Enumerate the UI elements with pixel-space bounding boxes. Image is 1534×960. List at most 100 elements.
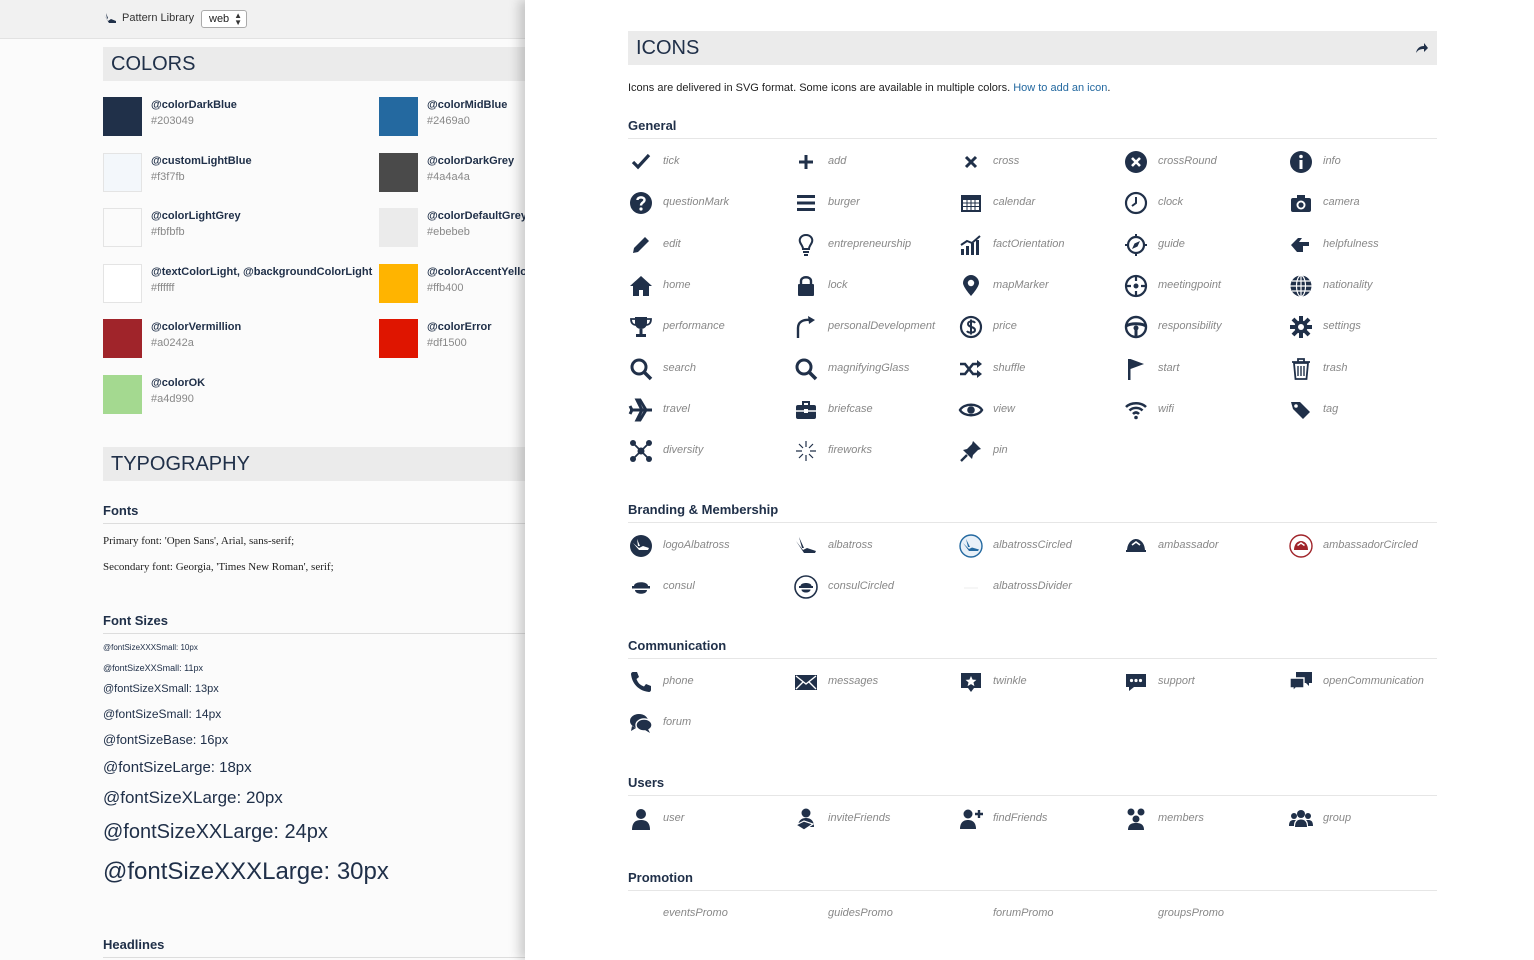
color-swatch: [379, 152, 418, 192]
icon-label: helpfulness: [1323, 237, 1379, 250]
icon-item-tag[interactable]: tag: [1288, 397, 1448, 423]
icon-item-consulCircled[interactable]: consulCircled: [793, 574, 953, 600]
fonts-title: Fonts: [103, 503, 525, 524]
icon-item-entrepreneurship[interactable]: entrepreneurship: [793, 232, 953, 258]
platform-select[interactable]: web ▲ ▼: [201, 10, 247, 28]
icon-item-calendar[interactable]: calendar: [958, 190, 1118, 216]
icon-item-wifi[interactable]: wifi: [1123, 397, 1283, 423]
icon-item-travel[interactable]: travel: [628, 397, 788, 423]
icon-item-clock[interactable]: clock: [1123, 190, 1283, 216]
font-sizes-title: Font Sizes: [103, 613, 525, 634]
icon-item-support[interactable]: support: [1123, 669, 1283, 695]
home-icon: [630, 275, 652, 296]
icon-item-home[interactable]: home: [628, 273, 788, 299]
icon-item-albatross[interactable]: albatross: [793, 533, 953, 559]
icon-item-ambassador[interactable]: ambassador: [1123, 533, 1283, 559]
icon-item-members[interactable]: members: [1123, 806, 1283, 832]
albatross-logo-icon[interactable]: [103, 11, 117, 25]
icon-item-messages[interactable]: messages: [793, 669, 953, 695]
icon-item-tick[interactable]: tick: [628, 149, 788, 175]
eye-icon: [958, 403, 984, 417]
color-name: @colorOK: [151, 376, 206, 389]
icon-item-cross[interactable]: cross: [958, 149, 1118, 175]
icon-item-info[interactable]: info: [1288, 149, 1448, 175]
icon-item-phone[interactable]: phone: [628, 669, 788, 695]
albatross-divider-icon: [964, 587, 978, 589]
airplane-icon: [628, 398, 652, 422]
icon-item-personalDevelopment[interactable]: personalDevelopment: [793, 314, 953, 340]
cross-round-icon: [1125, 151, 1147, 173]
icons-heading: ICONS: [628, 31, 1437, 65]
icon-item-lock[interactable]: lock: [793, 273, 953, 299]
icon-item-search[interactable]: search: [628, 356, 788, 382]
font-size-item: @fontSizeXXLarge: 24px: [103, 821, 328, 843]
icon-item-albatrossDivider[interactable]: albatrossDivider: [958, 574, 1118, 600]
icon-item-mapMarker[interactable]: mapMarker: [958, 273, 1118, 299]
section-title: Branding & Membership: [628, 502, 1437, 523]
icon-item-price[interactable]: price: [958, 314, 1118, 340]
icon-item-questionMark[interactable]: questionMark: [628, 190, 788, 216]
icon-item-responsibility[interactable]: responsibility: [1123, 314, 1283, 340]
icon-item-burger[interactable]: burger: [793, 190, 953, 216]
icon-item-ambassadorCircled[interactable]: ambassadorCircled: [1288, 533, 1448, 559]
icon-item-crossRound[interactable]: crossRound: [1123, 149, 1283, 175]
icon-item-helpfulness[interactable]: helpfulness: [1288, 232, 1448, 258]
color-name: @colorDarkBlue: [151, 99, 237, 111]
icon-label: user: [663, 812, 685, 824]
icon-item-guide[interactable]: guide: [1123, 232, 1283, 258]
icon-label: travel: [663, 402, 690, 415]
user-icon: [632, 809, 650, 830]
icon-item-guidesPromo[interactable]: guidesPromo: [793, 901, 953, 927]
icon-label: members: [1158, 812, 1204, 824]
icon-label: guidesPromo: [828, 907, 893, 919]
pattern-library-title[interactable]: Pattern Library: [122, 12, 194, 24]
icon-item-diversity[interactable]: diversity: [628, 438, 788, 464]
icon-item-logoAlbatross[interactable]: logoAlbatross: [628, 533, 788, 559]
share-icon[interactable]: [1415, 42, 1429, 54]
color-name: @colorError: [427, 321, 492, 333]
icon-label: questionMark: [663, 196, 730, 209]
icon-item-factOrientation[interactable]: factOrientation: [958, 232, 1118, 258]
cross-icon: [964, 155, 978, 169]
icon-item-openCommunication[interactable]: openCommunication: [1288, 669, 1448, 695]
icon-item-albatrossCircled[interactable]: albatrossCircled: [958, 533, 1118, 559]
icons-panel: ICONS Icons are delivered in SVG format.…: [525, 0, 1534, 960]
lock-icon: [798, 275, 814, 296]
icon-item-consul[interactable]: consul: [628, 574, 788, 600]
icon-item-findFriends[interactable]: findFriends: [958, 806, 1118, 832]
colors-heading: COLORS: [103, 47, 525, 81]
icon-item-twinkle[interactable]: twinkle: [958, 669, 1118, 695]
icon-item-forum[interactable]: forum: [628, 710, 788, 736]
icon-item-nationality[interactable]: nationality: [1288, 273, 1448, 299]
icon-item-briefcase[interactable]: briefcase: [793, 397, 953, 423]
guides-promo-icon: [793, 901, 819, 927]
icon-item-inviteFriends[interactable]: inviteFriends: [793, 806, 953, 832]
map-marker-icon: [963, 274, 979, 296]
font-size-item: @fontSizeXXSmall: 11px: [103, 663, 204, 673]
icon-item-performance[interactable]: performance: [628, 314, 788, 340]
icon-item-add[interactable]: add: [793, 149, 953, 175]
icon-item-trash[interactable]: trash: [1288, 356, 1448, 382]
icon-item-pin[interactable]: pin: [958, 438, 1118, 464]
icon-item-shuffle[interactable]: shuffle: [958, 356, 1118, 382]
icon-item-settings[interactable]: settings: [1288, 314, 1448, 340]
icon-item-meetingpoint[interactable]: meetingpoint: [1123, 273, 1283, 299]
icon-item-view[interactable]: view: [958, 397, 1118, 423]
color-swatch: [103, 263, 142, 303]
icon-item-group[interactable]: group: [1288, 806, 1448, 832]
add-icon: [799, 155, 813, 169]
icon-label: diversity: [663, 444, 704, 457]
icon-item-camera[interactable]: camera: [1288, 190, 1448, 216]
compass-icon: [1125, 233, 1147, 256]
icon-item-user[interactable]: user: [628, 806, 788, 832]
icon-item-magnifyingGlass[interactable]: magnifyingGlass: [793, 356, 953, 382]
add-icon-link[interactable]: How to add an icon: [1013, 82, 1107, 94]
icon-item-eventsPromo[interactable]: eventsPromo: [628, 901, 788, 927]
icon-item-fireworks[interactable]: fireworks: [793, 438, 953, 464]
icon-item-groupsPromo[interactable]: groupsPromo: [1123, 901, 1283, 927]
font-size-item: @fontSizeLarge: 18px: [103, 759, 252, 776]
icon-item-start[interactable]: start: [1123, 356, 1283, 382]
icon-item-edit[interactable]: edit: [628, 232, 788, 258]
icon-item-forumPromo[interactable]: forumPromo: [958, 901, 1118, 927]
burger-icon: [797, 195, 815, 212]
